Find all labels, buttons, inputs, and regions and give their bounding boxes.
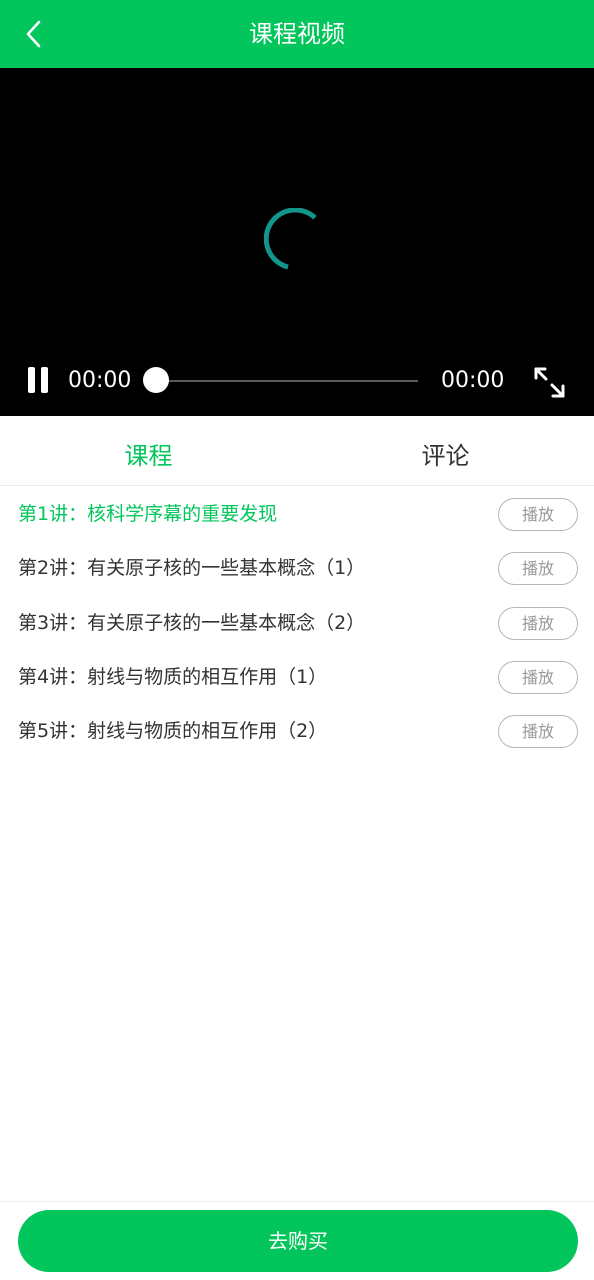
play-button[interactable]: 播放 <box>498 660 578 694</box>
progress-slider[interactable] <box>143 366 418 396</box>
video-controls: 00:00 00:00 <box>0 358 594 404</box>
lesson-title: 第1讲：核科学序幕的重要发现 <box>18 503 278 525</box>
lesson-title: 第5讲：射线与物质的相互作用（2） <box>18 720 328 743</box>
header-bar: 课程视频 <box>0 0 594 68</box>
course-video-screen: 课程视频 00:00 00:00 课程 评论 第1讲：核科学序幕的重要发现 播放… <box>0 0 594 1280</box>
play-button[interactable]: 播放 <box>498 552 578 586</box>
page-title: 课程视频 <box>249 20 345 48</box>
loading-spinner-icon <box>264 208 317 270</box>
lesson-title: 第3讲：有关原子核的一些基本概念（2） <box>18 611 366 634</box>
pause-button[interactable] <box>24 367 52 395</box>
pause-icon-bar <box>41 367 48 393</box>
play-button[interactable]: 播放 <box>498 606 578 640</box>
video-player[interactable]: 00:00 00:00 <box>0 68 594 416</box>
current-time: 00:00 <box>68 368 132 393</box>
lesson-title: 第4讲：射线与物质的相互作用（1） <box>18 665 328 688</box>
tab-bar: 课程 评论 <box>0 416 594 486</box>
lesson-list: 第1讲：核科学序幕的重要发现 播放 第2讲：有关原子核的一些基本概念（1） 播放… <box>0 487 594 758</box>
tab-course[interactable]: 课程 <box>0 416 297 485</box>
total-time: 00:00 <box>441 368 505 393</box>
progress-thumb[interactable] <box>143 367 169 393</box>
buy-button[interactable]: 去购买 <box>18 1210 578 1272</box>
play-button[interactable]: 播放 <box>498 715 578 749</box>
list-item[interactable]: 第1讲：核科学序幕的重要发现 播放 <box>0 487 594 541</box>
list-item[interactable]: 第2讲：有关原子核的一些基本概念（1） 播放 <box>0 541 594 595</box>
bottom-bar: 去购买 <box>0 1201 594 1280</box>
list-item[interactable]: 第5讲：射线与物质的相互作用（2） 播放 <box>0 704 594 758</box>
progress-track <box>156 380 418 382</box>
play-button[interactable]: 播放 <box>498 498 578 531</box>
list-item[interactable]: 第3讲：有关原子核的一些基本概念（2） 播放 <box>0 596 594 650</box>
pause-icon <box>28 367 35 393</box>
lesson-title: 第2讲：有关原子核的一些基本概念（1） <box>18 557 366 580</box>
list-item[interactable]: 第4讲：射线与物质的相互作用（1） 播放 <box>0 650 594 704</box>
fullscreen-button[interactable] <box>530 363 568 401</box>
expand-icon <box>534 367 565 398</box>
tab-comments[interactable]: 评论 <box>297 416 594 485</box>
